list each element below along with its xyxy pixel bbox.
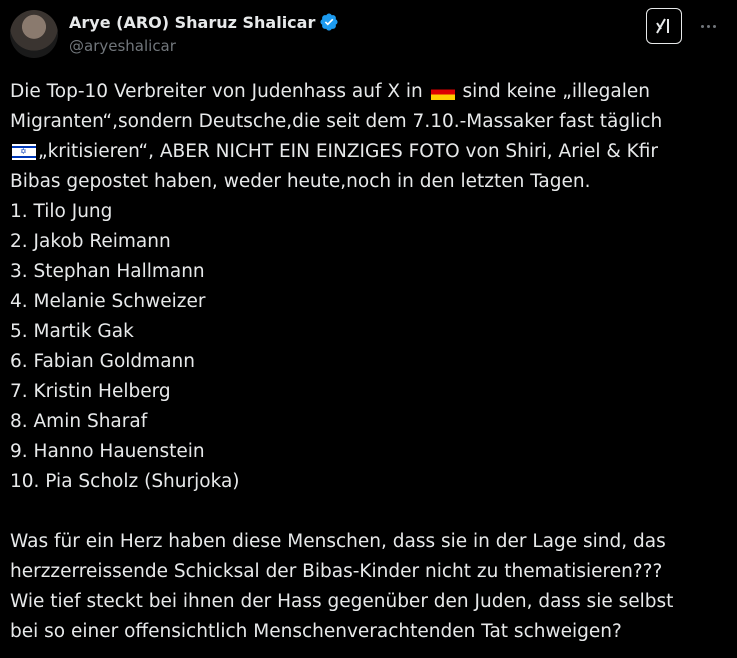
grok-button[interactable] (646, 8, 682, 44)
list-item: 7. Kristin Helberg (10, 381, 171, 402)
list-item: 5. Martik Gak (10, 321, 134, 342)
list-item: 10. Pia Scholz (Shurjoka) (10, 471, 240, 492)
avatar[interactable] (10, 10, 58, 58)
tweet-text-segment: „kritisieren“, ABER NICHT EIN EINZIGES F… (38, 141, 659, 162)
tweet-text-segment: sind keine „illegalen (462, 81, 650, 102)
tweet-line: Die Top-10 Verbreiter von Judenhass auf … (10, 77, 728, 107)
tweet-line: Was für ein Herz haben diese Menschen, d… (10, 531, 666, 552)
tweet-line: Migranten“,sondern Deutsche,die seit dem… (10, 111, 663, 132)
list-item: 2. Jakob Reimann (10, 231, 171, 252)
list-item: 9. Hanno Hauenstein (10, 441, 205, 462)
list-item: 1. Tilo Jung (10, 201, 113, 222)
tweet-text: Die Top-10 Verbreiter von Judenhass auf … (10, 77, 728, 647)
germany-flag-icon (430, 84, 455, 100)
tweet-header: Arye (ARO) Sharuz Shalicar @aryeshalicar (10, 8, 730, 62)
tweet-line: Bibas gepostet haben, weder heute,noch i… (10, 171, 591, 192)
verified-badge-icon[interactable] (319, 12, 339, 32)
list-item: 6. Fabian Goldmann (10, 351, 195, 372)
tweet-line: bei so einer offensichtlich Menschenvera… (10, 621, 622, 642)
grok-icon (656, 18, 669, 34)
tweet-line: ✡ „kritisieren“, ABER NICHT EIN EINZIGES … (10, 137, 728, 167)
author-handle[interactable]: @aryeshalicar (69, 37, 176, 55)
list-item: 3. Stephan Hallmann (10, 261, 205, 282)
tweet-line: herzzerreissende Schicksal der Bibas-Kin… (10, 561, 663, 582)
israel-flag-icon: ✡ (12, 144, 36, 160)
tweet-line: Wie tief steckt bei ihnen der Hass gegen… (10, 591, 674, 612)
more-icon[interactable] (696, 18, 720, 34)
list-item: 8. Amin Sharaf (10, 411, 148, 432)
list-item: 4. Melanie Schweizer (10, 291, 206, 312)
author-name-row: Arye (ARO) Sharuz Shalicar (69, 12, 339, 32)
author-name[interactable]: Arye (ARO) Sharuz Shalicar (69, 13, 315, 32)
tweet-text-segment: Die Top-10 Verbreiter von Judenhass auf … (10, 81, 423, 102)
